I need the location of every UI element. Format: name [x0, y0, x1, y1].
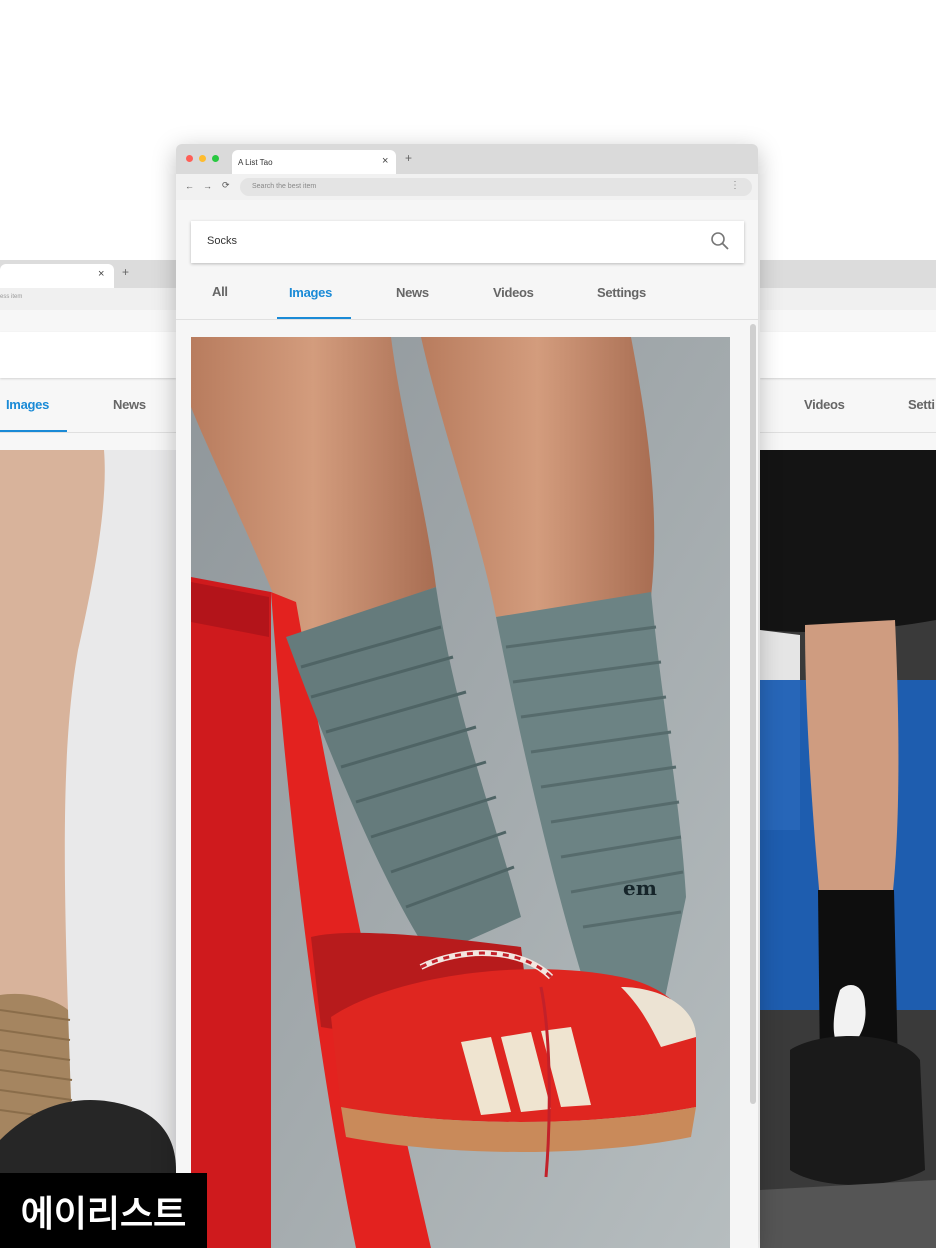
brand-badge-text: 에이리스트	[20, 1193, 187, 1235]
left-result-image[interactable]	[0, 450, 176, 1248]
right-browser-window: Videos Setti	[760, 260, 936, 1248]
omnibox[interactable]: Search the best item ⋮	[240, 178, 752, 196]
sock-logo: em	[623, 876, 657, 900]
tab-close-icon[interactable]: ×	[382, 155, 388, 167]
maximize-window-icon[interactable]	[212, 155, 219, 162]
right-tab-settings[interactable]: Setti	[908, 397, 935, 412]
search-icon[interactable]	[710, 231, 730, 251]
brand-badge: 에이리스트	[0, 1173, 207, 1248]
right-tabs-divider	[760, 432, 936, 433]
left-address-bar: ess item	[0, 288, 176, 310]
tab-title: A List Tao	[238, 158, 273, 167]
forward-icon[interactable]: →	[203, 181, 212, 191]
main-result-image[interactable]: em	[191, 337, 730, 1248]
left-tab-images[interactable]: Images	[6, 397, 49, 412]
tabs-divider	[176, 319, 758, 320]
tab-all[interactable]: All	[212, 284, 228, 299]
search-input[interactable]: Socks	[191, 221, 744, 263]
left-tab-bar: × +	[0, 260, 176, 288]
left-address-text[interactable]: ess item	[0, 294, 22, 300]
tab-images[interactable]: Images	[289, 285, 332, 300]
left-new-tab-icon[interactable]: +	[122, 265, 129, 279]
address-bar: ← → ⟳ Search the best item ⋮	[176, 174, 758, 200]
search-query: Socks	[207, 235, 237, 247]
tab-news[interactable]: News	[396, 285, 429, 300]
kebab-menu-icon[interactable]: ⋮	[730, 180, 740, 191]
left-browser-tab[interactable]: ×	[0, 264, 114, 288]
close-window-icon[interactable]	[186, 155, 193, 162]
tab-videos[interactable]: Videos	[493, 285, 534, 300]
main-photo-illustration: em	[191, 337, 730, 1248]
left-search-area	[0, 332, 176, 378]
right-tab-bar	[760, 260, 936, 288]
right-photo-illustration	[760, 450, 936, 1248]
new-tab-icon[interactable]: +	[405, 151, 412, 165]
tab-settings[interactable]: Settings	[597, 285, 646, 300]
back-icon[interactable]: ←	[185, 181, 194, 191]
left-photo-illustration	[0, 450, 176, 1248]
left-tab-news[interactable]: News	[113, 397, 146, 412]
omnibox-placeholder: Search the best item	[252, 183, 317, 190]
right-tab-videos[interactable]: Videos	[804, 397, 845, 412]
right-search-area	[760, 332, 936, 378]
minimize-window-icon[interactable]	[199, 155, 206, 162]
left-tabs-divider	[0, 432, 176, 433]
main-browser-tab[interactable]: A List Tao ×	[232, 150, 396, 174]
right-address-bar	[760, 288, 936, 310]
right-result-image[interactable]	[760, 450, 936, 1248]
reload-icon[interactable]: ⟳	[222, 180, 230, 191]
scrollbar[interactable]	[750, 324, 756, 1104]
main-tab-bar: A List Tao × +	[176, 144, 758, 174]
left-tab-close-icon[interactable]: ×	[98, 268, 104, 280]
left-browser-window: × + ess item Images News	[0, 260, 176, 1248]
main-browser-window: A List Tao × + ← → ⟳ Search the best ite…	[176, 144, 758, 1248]
